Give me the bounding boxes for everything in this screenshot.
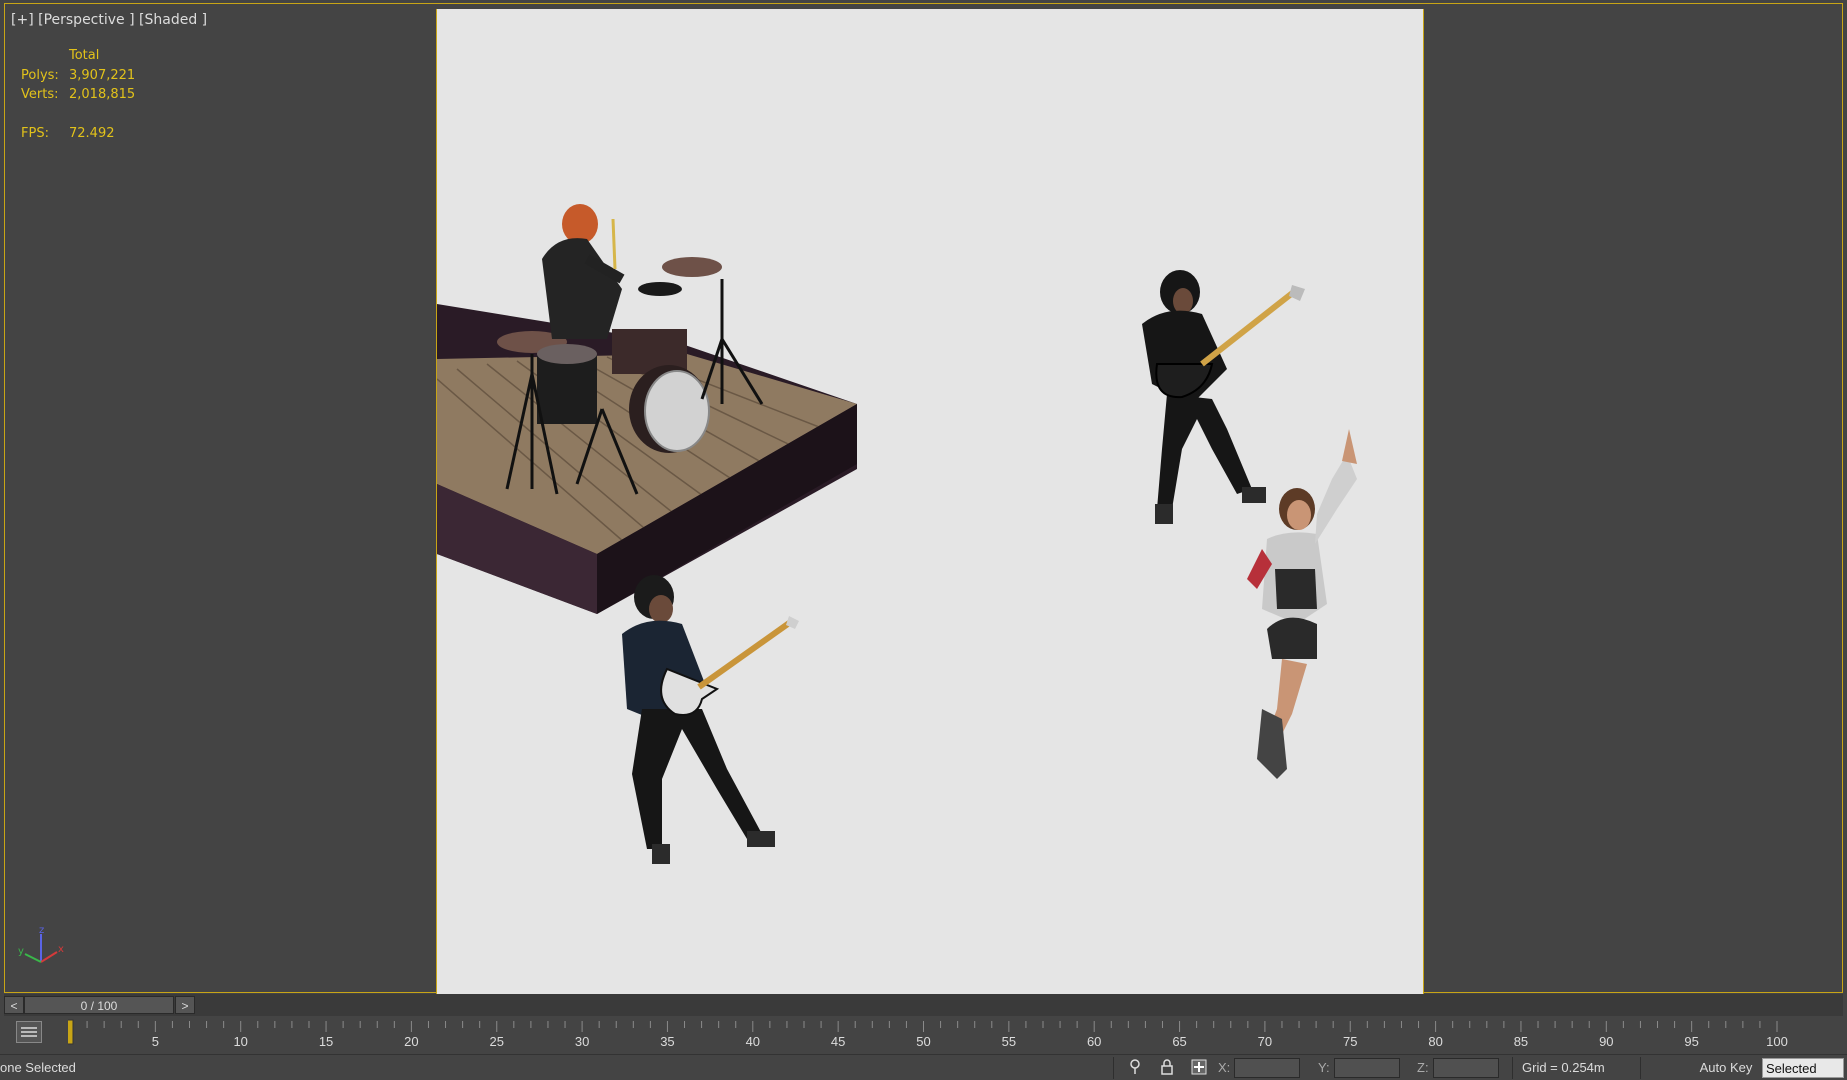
selection-status: one Selected — [0, 1060, 76, 1075]
ruler-tick-label: 85 — [1514, 1034, 1528, 1049]
grid-size: Grid = 0.254m — [1522, 1060, 1605, 1075]
scene-render — [437, 204, 1357, 864]
viewport-menu-shading[interactable]: [Shaded ] — [139, 12, 207, 28]
next-frame-button[interactable]: > — [175, 996, 195, 1014]
z-coord-label: Z: — [1417, 1060, 1429, 1075]
track-bar[interactable]: 5 10 15 20 25 30 35 40 45 50 55 60 65 70 75 80 85 90 95 100 — [0, 1016, 1847, 1052]
frame-ruler[interactable]: 5 10 15 20 25 30 35 40 45 50 55 60 65 70 75 80 85 90 95 100 — [68, 1018, 1847, 1050]
previous-frame-button[interactable]: < — [4, 996, 24, 1014]
auto-key-button[interactable]: Auto Key — [1695, 1058, 1757, 1078]
viewport-menu-plus[interactable]: [+] — [11, 12, 34, 28]
ruler-tick-label: 70 — [1258, 1034, 1272, 1049]
axis-z-label: z — [39, 925, 44, 936]
ruler-tick-label: 5 — [152, 1034, 159, 1049]
transform-mode-icon[interactable] — [1190, 1059, 1208, 1077]
ruler-tick-label: 100 — [1766, 1034, 1788, 1049]
bassist-figure — [1142, 270, 1305, 524]
ruler-tick-label: 45 — [831, 1034, 845, 1049]
current-frame-marker[interactable] — [68, 1019, 74, 1045]
y-coord-label: Y: — [1318, 1060, 1330, 1075]
status-bar: one Selected X: Y: Z: Grid = 0.254m Auto… — [0, 1054, 1847, 1080]
pin-icon[interactable] — [1126, 1059, 1144, 1077]
y-coord-field[interactable] — [1334, 1058, 1400, 1078]
ruler-tick-label: 35 — [660, 1034, 674, 1049]
time-slider[interactable]: < 0 / 100 > — [4, 994, 1843, 1016]
drummer-figure — [542, 204, 625, 339]
vocalist-figure — [1247, 429, 1357, 779]
ruler-tick-label: 30 — [575, 1034, 589, 1049]
stats-header: Total — [69, 48, 100, 63]
fps-value: 72.492 — [69, 125, 115, 141]
ruler-tick-label: 50 — [916, 1034, 930, 1049]
ruler-tick-label: 95 — [1684, 1034, 1698, 1049]
x-coord-field[interactable] — [1234, 1058, 1300, 1078]
axis-y-label: y — [18, 946, 24, 957]
max-window: [+] [Perspective ] [Shaded ] Total Polys… — [0, 0, 1847, 1080]
time-slider-thumb[interactable]: 0 / 100 — [24, 996, 174, 1014]
statistics-overlay: Total Polys: 3,907,221 Verts: 2,018,815 FP… — [21, 46, 135, 143]
verts-value: 2,018,815 — [69, 87, 136, 102]
curve-editor-icon[interactable] — [16, 1021, 42, 1043]
ruler-tick-label: 55 — [1002, 1034, 1016, 1049]
polys-value: 3,907,221 — [69, 67, 136, 83]
ruler-tick-label: 65 — [1172, 1034, 1186, 1049]
ruler-tick-label: 10 — [233, 1034, 247, 1049]
axis-tripod-icon: z x y — [18, 925, 64, 963]
viewport-menu-view[interactable]: [Perspective ] — [38, 12, 134, 28]
ruler-tick-label: 40 — [746, 1034, 760, 1049]
lock-icon[interactable] — [1158, 1059, 1176, 1077]
ruler-tick-label: 60 — [1087, 1034, 1101, 1049]
viewport-label[interactable]: [+] [Perspective ] [Shaded ] — [11, 12, 207, 28]
ruler-tick-label: 75 — [1343, 1034, 1357, 1049]
ruler-tick-label: 20 — [404, 1034, 418, 1049]
fps-label: FPS: — [21, 125, 49, 141]
verts-label: Verts: — [21, 87, 59, 102]
axis-x-label: x — [58, 944, 64, 955]
ruler-tick-label: 90 — [1599, 1034, 1613, 1049]
safe-frame[interactable] — [436, 9, 1424, 996]
guitarist-center-figure — [622, 575, 799, 864]
x-coord-label: X: — [1218, 1060, 1231, 1075]
ruler-tick-label: 25 — [490, 1034, 504, 1049]
key-filter-select[interactable]: Selected — [1762, 1058, 1844, 1078]
z-coord-field[interactable] — [1433, 1058, 1499, 1078]
ruler-tick-label: 15 — [319, 1034, 333, 1049]
ruler-tick-label: 80 — [1428, 1034, 1442, 1049]
perspective-viewport[interactable]: [+] [Perspective ] [Shaded ] Total Polys… — [4, 3, 1843, 996]
polys-label: Polys: — [21, 67, 59, 83]
